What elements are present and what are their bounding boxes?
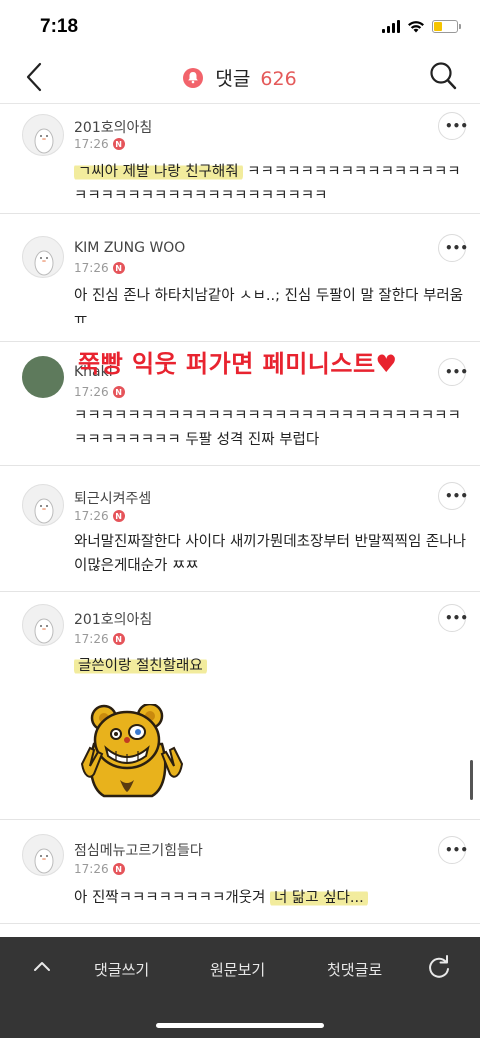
avatar[interactable]	[22, 236, 64, 278]
highlighted-text: ㄱ씨아 제발 나랑 친구해줘	[74, 162, 243, 182]
write-comment-button[interactable]: 댓글쓰기	[94, 959, 149, 980]
bear-sticker-image	[80, 704, 184, 798]
new-badge: N	[112, 262, 125, 274]
refresh-icon	[429, 955, 449, 978]
search-button[interactable]	[428, 60, 458, 92]
comment-author[interactable]: 퇴근시켜주셈	[74, 488, 151, 508]
highlighted-text: 글쓴이랑 절친할래요	[74, 656, 207, 676]
avatar[interactable]	[22, 484, 64, 526]
new-badge: N	[112, 510, 125, 522]
comment-meta: 17:26 N	[74, 862, 125, 876]
new-badge: N	[112, 633, 125, 645]
comment-time: 17:26	[74, 137, 109, 151]
scrollbar[interactable]	[470, 760, 473, 800]
comment-author[interactable]: KIM ZUNG WOO	[74, 240, 185, 256]
comment-time: 17:26	[74, 261, 109, 275]
view-original-button[interactable]: 원문보기	[210, 959, 265, 980]
first-comment-button[interactable]: 첫댓글로	[327, 959, 382, 980]
comment-meta: 17:26 N	[74, 385, 125, 399]
comment-meta: 17:26 N	[74, 509, 125, 523]
comment-text: 아 진심 존나 하타치남같아 ㅅㅂ..; 진심 두팔이 말 잘한다 부러움 ㅠ	[74, 288, 464, 328]
comment-meta: 17:26 N	[74, 261, 125, 275]
comment-time: 17:26	[74, 862, 109, 876]
comment-item: 퇴근시켜주셈 17:26 N ••• 와너말진짜잘한다 사이다 새끼가뭔데초장부…	[0, 466, 480, 592]
more-dots-icon: •••	[445, 241, 469, 255]
comment-meta: 17:26 N	[74, 137, 125, 151]
status-bar: 7:18	[0, 0, 480, 56]
chevron-up-icon	[34, 962, 50, 971]
comment-count: 626	[260, 68, 297, 90]
header-title-area: 댓글 626	[0, 64, 480, 91]
comment-author[interactable]: 201호의아침	[74, 117, 152, 137]
comment-text-plain: 아 진짝ㅋㅋㅋㅋㅋㅋㅋㅋ개웃겨	[74, 890, 270, 906]
new-badge: N	[112, 138, 125, 150]
comment-time: 17:26	[74, 632, 109, 646]
new-badge: N	[112, 863, 125, 875]
more-options-button[interactable]: •••	[438, 482, 469, 510]
page-title: 댓글	[215, 68, 251, 90]
more-options-button[interactable]: •••	[438, 234, 469, 262]
comment-author[interactable]: 201호의아침	[74, 609, 152, 629]
status-time: 7:18	[40, 16, 79, 37]
bell-icon	[183, 68, 204, 88]
scroll-top-button[interactable]	[30, 955, 54, 979]
comment-time: 17:26	[74, 509, 109, 523]
more-dots-icon: •••	[445, 365, 469, 379]
overlay-caption: 쭉빵 익웃 퍼가면 페미니스트♥	[78, 350, 398, 378]
avatar[interactable]	[22, 604, 64, 646]
avatar[interactable]	[22, 114, 64, 156]
header: 댓글 626	[0, 56, 480, 98]
comment-text: ㅋㅋㅋㅋㅋㅋㅋㅋㅋㅋㅋㅋㅋㅋㅋㅋㅋㅋㅋㅋㅋㅋㅋㅋㅋㅋㅋㅋㅋㅋㅋㅋㅋㅋㅋㅋㅋ 두팔…	[74, 408, 461, 448]
comment-time: 17:26	[74, 385, 109, 399]
comment-author[interactable]: 점심메뉴고르기힘들다	[74, 840, 203, 860]
comment-text: ㄱ씨아 제발 나랑 친구해줘 ㅋㅋㅋㅋㅋㅋㅋㅋㅋㅋㅋㅋㅋㅋㅋㅋㅋㅋㅋㅋㅋㅋㅋㅋㅋ…	[74, 160, 466, 208]
comment-text: 글쓴이랑 절친할래요	[74, 654, 466, 678]
battery-icon	[432, 20, 461, 33]
comment-item: 201호의아침 17:26 N ••• 글쓴이랑 절친할래요	[0, 592, 480, 820]
comment-item: KIM ZUNG WOO 17:26 N ••• 아 진심 존나 하타치남같아 …	[0, 214, 480, 342]
bottom-bar: 댓글쓰기 원문보기 첫댓글로	[0, 937, 480, 1038]
comment-item: 점심메뉴고르기힘들다 17:26 N ••• 아 진짝ㅋㅋㅋㅋㅋㅋㅋㅋ개웃겨 너…	[0, 820, 480, 924]
more-options-button[interactable]: •••	[438, 112, 469, 140]
avatar[interactable]	[22, 834, 64, 876]
avatar[interactable]	[22, 356, 64, 398]
more-dots-icon: •••	[445, 611, 469, 625]
comment-item: 201호의아침 17:26 N ••• ㄱ씨아 제발 나랑 친구해줘 ㅋㅋㅋㅋㅋ…	[0, 104, 480, 214]
comment-meta: 17:26 N	[74, 632, 125, 646]
home-indicator	[156, 1023, 324, 1028]
comment-text: 아 진짝ㅋㅋㅋㅋㅋㅋㅋㅋ개웃겨 너 닮고 싶다...	[74, 886, 466, 910]
status-icons	[382, 20, 461, 33]
more-dots-icon: •••	[445, 489, 469, 503]
more-options-button[interactable]: •••	[438, 358, 469, 386]
more-dots-icon: •••	[445, 119, 469, 133]
more-options-button[interactable]: •••	[438, 836, 469, 864]
refresh-button[interactable]	[426, 954, 452, 980]
more-options-button[interactable]: •••	[438, 604, 469, 632]
comment-text: 와너말진짜잘한다 사이다 새끼가뭔데초장부터 반말찍찍임 존나나이많은게대순가 …	[74, 534, 466, 574]
highlighted-text: 너 닮고 싶다...	[269, 888, 368, 908]
search-icon	[430, 62, 457, 90]
new-badge: N	[112, 386, 125, 398]
signal-icon	[382, 20, 400, 33]
more-dots-icon: •••	[445, 843, 469, 857]
wifi-icon	[408, 21, 424, 33]
